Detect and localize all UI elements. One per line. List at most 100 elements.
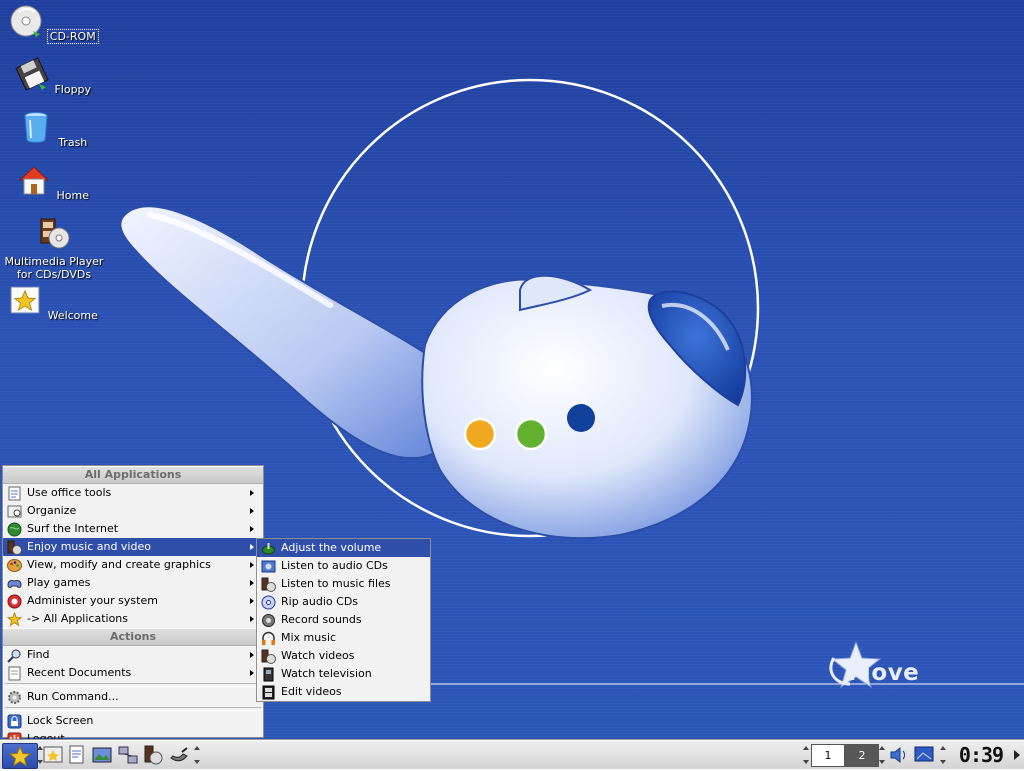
desktop-icon-floppy[interactable]: Floppy	[0, 57, 108, 96]
desktop-icon-label: Welcome	[47, 309, 98, 322]
floppy-icon	[15, 57, 49, 91]
office-icon	[8, 486, 21, 501]
submenu-item-label: Watch videos	[281, 649, 355, 662]
pager-scroll-arrows[interactable]	[879, 744, 885, 766]
menu-item-music-video[interactable]: Enjoy music and video	[3, 538, 263, 556]
menu-item-label: Recent Documents	[27, 666, 132, 679]
menu-item-administer[interactable]: Administer your system	[3, 592, 263, 610]
submenu-item-edit-videos[interactable]: Edit videos	[257, 683, 430, 701]
menu-item-lock-screen[interactable]: Lock Screen	[3, 712, 263, 730]
desktop-icon-trash[interactable]: Trash	[0, 110, 108, 149]
speaker-volume-icon[interactable]	[888, 744, 910, 766]
submenu-item-label: Watch television	[281, 667, 372, 680]
submenu-arrow-icon	[250, 562, 254, 568]
multimedia-player-icon	[40, 218, 70, 249]
submenu-item-watch-videos[interactable]: Watch videos	[257, 647, 430, 665]
submenu-item-music-files[interactable]: Listen to music files	[257, 575, 430, 593]
menu-item-office[interactable]: Use office tools	[3, 484, 263, 502]
welcome-star-icon	[10, 286, 40, 314]
menu-item-label: Lock Screen	[27, 714, 94, 727]
submenu-item-rip-cds[interactable]: Rip audio CDs	[257, 593, 430, 611]
menu-item-label: -> All Applications	[27, 612, 129, 625]
desktop-icon-label: Home	[56, 189, 89, 202]
desktop-icon-welcome[interactable]: Welcome	[0, 283, 108, 322]
submenu-item-label: Rip audio CDs	[281, 595, 359, 608]
package-manager-icon[interactable]	[168, 744, 190, 766]
rip-cd-icon	[261, 595, 276, 610]
submenu-item-label: Adjust the volume	[281, 541, 382, 554]
desktop-icon-label: Trash	[58, 136, 88, 149]
file-manager-icon[interactable]	[66, 744, 88, 766]
multimedia-player-icon[interactable]	[142, 744, 164, 766]
desktop-launcher-icon[interactable]	[42, 744, 64, 766]
desktop-icon-label: Multimedia Player for CDs/DVDs	[4, 255, 104, 281]
multimedia-icon	[7, 540, 22, 555]
submenu-item-mix-music[interactable]: Mix music	[257, 629, 430, 647]
menu-item-label: Play games	[27, 576, 91, 589]
brand-logo-text: Move	[848, 660, 920, 686]
submenu-arrow-icon	[250, 670, 254, 676]
tray-scroll-arrows[interactable]	[940, 744, 946, 766]
menu-header-all-applications: All Applications	[3, 466, 263, 484]
desktop-icon-cdrom[interactable]: CD-ROM	[0, 4, 108, 44]
cdrom-icon	[10, 5, 42, 37]
submenu-item-record-sounds[interactable]: Record sounds	[257, 611, 430, 629]
menu-item-organize[interactable]: Organize	[3, 502, 263, 520]
lock-icon	[7, 714, 22, 729]
menu-item-recent-documents[interactable]: Recent Documents	[3, 664, 263, 682]
submenu-arrow-icon	[250, 580, 254, 586]
menu-item-label: Run Command...	[27, 690, 119, 703]
menu-item-label: Use office tools	[27, 486, 112, 499]
start-menu: All Applications Use office tools Organi…	[2, 465, 264, 747]
menu-item-internet[interactable]: Surf the Internet	[3, 520, 263, 538]
desktop-icon-label: CD-ROM	[46, 29, 99, 44]
submenu-item-adjust-volume[interactable]: Adjust the volume	[257, 539, 430, 557]
start-menu-button[interactable]	[2, 743, 38, 769]
desktop-icon-multimedia-player[interactable]: Multimedia Player for CDs/DVDs	[0, 216, 108, 281]
tv-icon	[263, 667, 274, 682]
gamepad-icon	[7, 580, 22, 588]
menu-item-graphics[interactable]: View, modify and create graphics	[3, 556, 263, 574]
home-icon	[18, 166, 50, 195]
pager-desktop-1[interactable]: 1	[811, 744, 845, 767]
submenu-arrow-icon	[250, 598, 254, 604]
headphones-icon	[262, 631, 275, 645]
network-icon[interactable]	[117, 744, 139, 766]
trash-icon	[24, 112, 48, 143]
cd-player-icon	[261, 560, 276, 573]
pager-desktop-2[interactable]: 2	[845, 744, 879, 767]
menu-item-label: View, modify and create graphics	[27, 558, 211, 571]
taskbar: 1 2 0:39	[0, 740, 1024, 769]
image-viewer-icon[interactable]	[91, 744, 113, 766]
menu-item-find[interactable]: Find	[3, 646, 263, 664]
submenu-item-audio-cds[interactable]: Listen to audio CDs	[257, 557, 430, 575]
find-icon	[7, 649, 21, 663]
gear-icon	[8, 691, 21, 704]
clock[interactable]: 0:39	[956, 744, 1006, 766]
volume-icon	[262, 543, 275, 555]
panel-scroll-arrows[interactable]	[194, 744, 200, 766]
admin-icon	[7, 594, 22, 609]
menu-item-games[interactable]: Play games	[3, 574, 263, 592]
submenu-item-watch-television[interactable]: Watch television	[257, 665, 430, 683]
star-icon	[8, 745, 32, 767]
video-icon	[261, 649, 276, 664]
desktop-icon-home[interactable]: Home	[0, 163, 108, 202]
menu-separator	[5, 683, 261, 687]
desktop-icon-label: Floppy	[54, 83, 92, 96]
pager-scroll-arrows[interactable]	[803, 744, 809, 766]
submenu-item-label: Record sounds	[281, 613, 362, 626]
panel-hide-arrow-icon[interactable]	[1012, 744, 1022, 766]
menu-item-run-command[interactable]: Run Command...	[3, 688, 263, 706]
menu-item-label: Administer your system	[27, 594, 158, 607]
submenu-arrow-icon	[250, 490, 254, 496]
menu-item-all-applications[interactable]: -> All Applications	[3, 610, 263, 628]
menu-item-label: Find	[27, 648, 50, 661]
menu-separator	[5, 707, 261, 711]
music-files-icon	[261, 577, 276, 592]
documents-icon	[8, 666, 21, 681]
record-icon	[262, 614, 275, 627]
display-settings-icon[interactable]	[913, 744, 935, 766]
globe-icon	[7, 522, 22, 537]
film-edit-icon	[262, 685, 275, 700]
